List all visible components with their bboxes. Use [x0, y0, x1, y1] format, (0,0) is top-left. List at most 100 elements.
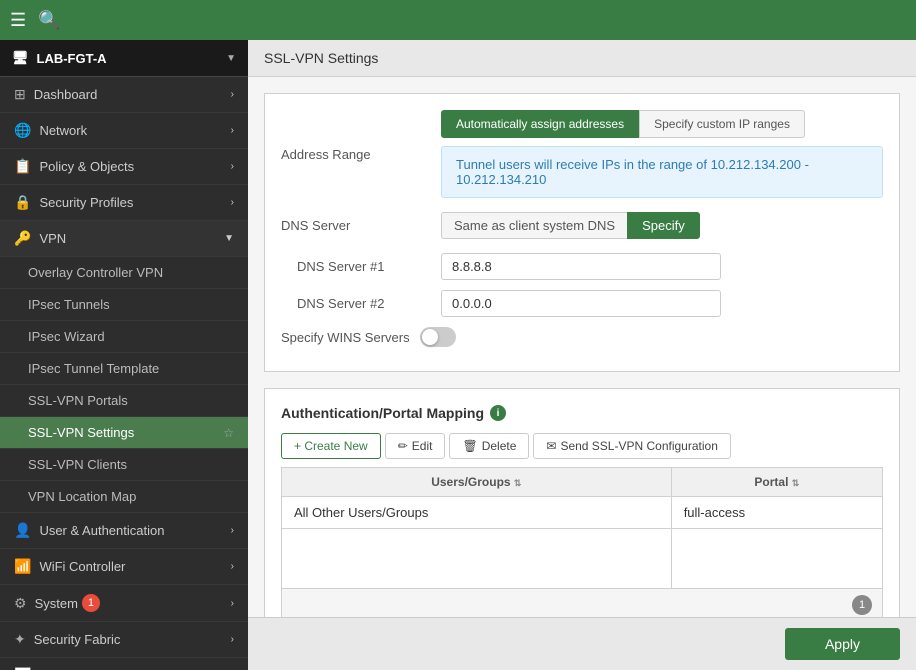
dns-server2-input[interactable]	[441, 290, 721, 317]
menu-icon[interactable]: ☰	[10, 10, 26, 31]
edit-icon: ✏	[398, 439, 408, 453]
sidebar-item-user-auth[interactable]: 👤 User & Authentication ›	[0, 513, 248, 549]
content-area: SSL-VPN Settings Address Range Automatic…	[248, 40, 916, 670]
custom-ip-button[interactable]: Specify custom IP ranges	[639, 110, 805, 138]
dns-row: Same as client system DNS Specify	[441, 212, 883, 239]
system-icon: ⚙	[14, 595, 27, 612]
send-label: Send SSL-VPN Configuration	[560, 439, 717, 453]
table-row[interactable]: All Other Users/Groups full-access	[282, 497, 883, 529]
sidebar-item-network-label: Network	[39, 123, 87, 138]
sidebar-item-ssl-vpn-clients[interactable]: SSL-VPN Clients	[0, 449, 248, 481]
security-fabric-icon: ✦	[14, 631, 26, 648]
dashboard-chevron-icon: ›	[231, 89, 234, 100]
search-icon[interactable]: 🔍	[38, 10, 60, 31]
portal-cell: full-access	[671, 497, 882, 529]
address-range-buttons: Automatically assign addresses Specify c…	[441, 110, 883, 138]
dns-server-label: DNS Server	[281, 218, 441, 233]
dashboard-icon: ⊞	[14, 86, 26, 103]
dns-server1-input[interactable]	[441, 253, 721, 280]
dns-server1-label: DNS Server #1	[281, 259, 441, 274]
wifi-chevron-icon: ›	[231, 561, 234, 572]
page-title: SSL-VPN Settings	[264, 50, 378, 66]
vpn-icon: 🔑	[14, 230, 31, 247]
sidebar-item-system[interactable]: ⚙ System 1 ›	[0, 585, 248, 622]
top-bar: ☰ 🔍	[0, 0, 916, 40]
vpn-chevron-icon: ▼	[224, 233, 234, 244]
sidebar-item-wifi[interactable]: 📶 WiFi Controller ›	[0, 549, 248, 585]
sidebar-item-ipsec-tunnel-template[interactable]: IPsec Tunnel Template	[0, 353, 248, 385]
portal-sort-icon[interactable]: ⇅	[792, 478, 800, 488]
sidebar-item-policy-label: Policy & Objects	[39, 159, 134, 174]
toggle-thumb	[422, 329, 438, 345]
table-footer: 1	[281, 589, 883, 617]
user-auth-icon: 👤	[14, 522, 31, 539]
sidebar-item-dashboard-label: Dashboard	[34, 87, 98, 102]
sidebar-item-log-report[interactable]: 📊 Log & Report ›	[0, 658, 248, 670]
users-groups-header: Users/Groups ⇅	[282, 468, 672, 497]
address-range-section: Address Range Automatically assign addre…	[264, 93, 900, 372]
ipsec-tunnels-label: IPsec Tunnels	[28, 297, 110, 312]
content-body: Address Range Automatically assign addre…	[248, 77, 916, 617]
sidebar-item-network[interactable]: 🌐 Network ›	[0, 113, 248, 149]
sidebar-item-dashboard[interactable]: ⊞ Dashboard ›	[0, 77, 248, 113]
dns-server2-row: DNS Server #2	[281, 290, 883, 317]
sidebar-item-ipsec-wizard[interactable]: IPsec Wizard	[0, 321, 248, 353]
device-icon: 🖥	[12, 50, 29, 66]
sidebar-item-system-label: System	[35, 596, 78, 611]
sidebar-item-ssl-vpn-settings[interactable]: SSL-VPN Settings ☆	[0, 417, 248, 449]
star-icon[interactable]: ☆	[223, 426, 234, 440]
empty-row	[282, 529, 883, 589]
sidebar-item-vpn-location-map[interactable]: VPN Location Map	[0, 481, 248, 513]
apply-button[interactable]: Apply	[785, 628, 900, 660]
sidebar-item-security-fabric[interactable]: ✦ Security Fabric ›	[0, 622, 248, 658]
create-new-button[interactable]: + Create New	[281, 433, 381, 459]
users-sort-icon[interactable]: ⇅	[514, 478, 522, 488]
edit-button[interactable]: ✏ Edit	[385, 433, 446, 459]
overlay-vpn-label: Overlay Controller VPN	[28, 265, 163, 280]
sidebar-item-policy-objects[interactable]: 📋 Policy & Objects ›	[0, 149, 248, 185]
edit-label: Edit	[412, 439, 433, 453]
wins-row: Specify WINS Servers	[281, 327, 883, 347]
sidebar-item-ssl-vpn-portals[interactable]: SSL-VPN Portals	[0, 385, 248, 417]
main-layout: 🖥 LAB-FGT-A ▼ ⊞ Dashboard › 🌐 Network › …	[0, 40, 916, 670]
dns-server2-label: DNS Server #2	[281, 296, 441, 311]
content-footer: Apply	[248, 617, 916, 670]
dns-server-control: Same as client system DNS Specify	[441, 212, 883, 239]
send-config-button[interactable]: ✉ Send SSL-VPN Configuration	[533, 433, 731, 459]
network-icon: 🌐	[14, 122, 31, 139]
security-profiles-chevron-icon: ›	[231, 197, 234, 208]
delete-button[interactable]: 🗑 Delete	[449, 433, 529, 459]
auto-assign-button[interactable]: Automatically assign addresses	[441, 110, 639, 138]
dns-specify-button[interactable]: Specify	[627, 212, 700, 239]
address-range-row: Address Range Automatically assign addre…	[281, 110, 883, 198]
wins-label: Specify WINS Servers	[281, 330, 410, 345]
table-header-row: Users/Groups ⇅ Portal ⇅	[282, 468, 883, 497]
auth-mapping-title: Authentication/Portal Mapping i	[281, 405, 883, 421]
vpn-location-map-label: VPN Location Map	[28, 489, 136, 504]
wins-toggle[interactable]	[420, 327, 456, 347]
network-chevron-icon: ›	[231, 125, 234, 136]
policy-chevron-icon: ›	[231, 161, 234, 172]
address-range-info: Tunnel users will receive IPs in the ran…	[441, 146, 883, 198]
sidebar-item-user-auth-label: User & Authentication	[39, 523, 164, 538]
sidebar-item-ipsec-tunnels[interactable]: IPsec Tunnels	[0, 289, 248, 321]
sidebar-item-overlay-vpn[interactable]: Overlay Controller VPN	[0, 257, 248, 289]
content-header: SSL-VPN Settings	[248, 40, 916, 77]
send-icon: ✉	[546, 439, 556, 453]
delete-label: Delete	[482, 439, 517, 453]
sidebar-item-security-profiles-label: Security Profiles	[39, 195, 133, 210]
sidebar: 🖥 LAB-FGT-A ▼ ⊞ Dashboard › 🌐 Network › …	[0, 40, 248, 670]
device-chevron-icon: ▼	[226, 53, 236, 64]
ssl-vpn-portals-label: SSL-VPN Portals	[28, 393, 128, 408]
portal-header: Portal ⇅	[671, 468, 882, 497]
device-name: LAB-FGT-A	[37, 51, 107, 66]
system-chevron-icon: ›	[231, 598, 234, 609]
sidebar-item-vpn[interactable]: 🔑 VPN ▼	[0, 221, 248, 257]
device-header[interactable]: 🖥 LAB-FGT-A ▼	[0, 40, 248, 77]
auth-info-icon[interactable]: i	[490, 405, 506, 421]
sidebar-item-security-profiles[interactable]: 🔒 Security Profiles ›	[0, 185, 248, 221]
policy-icon: 📋	[14, 158, 31, 175]
delete-icon: 🗑	[462, 439, 477, 453]
sidebar-item-vpn-label: VPN	[39, 231, 66, 246]
ipsec-tunnel-template-label: IPsec Tunnel Template	[28, 361, 159, 376]
